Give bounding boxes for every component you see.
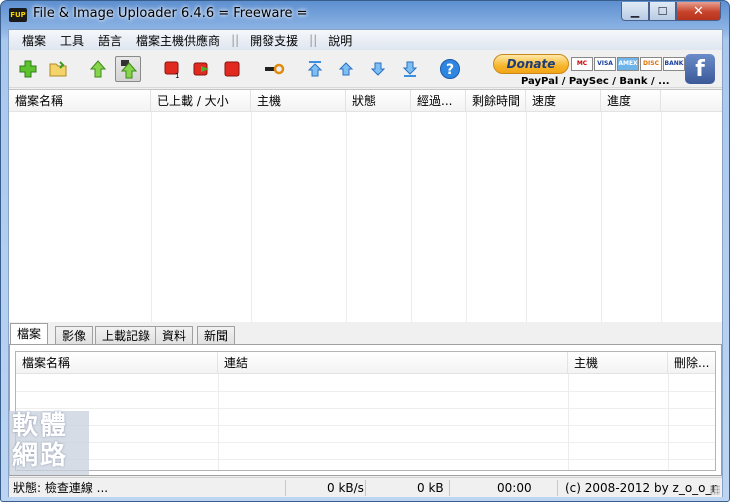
menu-language[interactable]: 語言	[91, 32, 129, 49]
menu-tools[interactable]: 工具	[53, 32, 91, 49]
stop-all-button[interactable]	[219, 56, 245, 82]
column-header-host[interactable]: 主機	[568, 352, 668, 374]
watermark: 軟體 網路	[9, 411, 89, 475]
add-folder-button[interactable]	[45, 56, 71, 82]
status-speed: 0 kB/s	[327, 481, 364, 495]
amex-icon: AMEX	[617, 57, 639, 71]
title-bar[interactable]: FUP File & Image Uploader 6.4.6 = Freewa…	[1, 1, 729, 29]
svg-text:?: ?	[446, 62, 454, 78]
arrow-top-icon	[307, 61, 323, 77]
move-down-button[interactable]	[365, 56, 391, 82]
menu-dev-support[interactable]: 開發支援	[243, 32, 305, 49]
status-size: 0 kB	[417, 481, 444, 495]
upload-list-header: 檔案名稱 已上載 / 大小 主機 狀態 經過... 剩餘時間 速度 進度	[9, 90, 722, 112]
skip-button[interactable]	[189, 56, 215, 82]
settings-key-button[interactable]	[261, 56, 287, 82]
menu-file[interactable]: 檔案	[15, 32, 53, 49]
upload-all-icon	[120, 60, 138, 79]
donate-button[interactable]: Donate	[493, 54, 569, 74]
stop-one-icon: 1	[164, 61, 179, 79]
menu-hosts[interactable]: 檔案主機供應商	[129, 32, 227, 49]
stop-one-button[interactable]: 1	[159, 56, 185, 82]
upload-list-body	[9, 112, 722, 322]
close-button[interactable]: ✕	[676, 2, 721, 21]
column-header-delete[interactable]: 刪除...	[668, 352, 715, 374]
column-header-speed[interactable]: 速度	[526, 90, 601, 112]
bank-icon: BANK	[663, 57, 685, 71]
stop-icon	[224, 61, 240, 77]
discover-icon: DISC	[640, 57, 662, 71]
stop-next-icon	[193, 62, 209, 76]
menu-separator: ||	[309, 33, 318, 47]
app-window: FUP File & Image Uploader 6.4.6 = Freewa…	[0, 0, 730, 502]
column-header-remaining[interactable]: 剩餘時間	[466, 90, 526, 112]
svg-text:1: 1	[175, 72, 179, 79]
column-header-status[interactable]: 狀態	[346, 90, 411, 112]
help-button[interactable]: ?	[437, 56, 463, 82]
menu-separator: ||	[231, 33, 240, 47]
app-icon: FUP	[9, 8, 27, 22]
tab-upload-log[interactable]: 上載記錄	[95, 326, 158, 345]
upload-list[interactable]: 檔案名稱 已上載 / 大小 主機 狀態 經過... 剩餘時間 速度 進度	[9, 89, 722, 322]
move-bottom-button[interactable]	[397, 56, 423, 82]
tab-strip: 檔案 影像 上載記錄 資料 新聞	[9, 323, 722, 345]
resize-grip[interactable]	[710, 485, 720, 495]
upload-button[interactable]	[85, 56, 111, 82]
status-time: 00:00	[497, 481, 532, 495]
move-up-button[interactable]	[333, 56, 359, 82]
column-header-host[interactable]: 主機	[251, 90, 346, 112]
move-top-button[interactable]	[302, 56, 328, 82]
client-area: 檔案 工具 語言 檔案主機供應商 || 開發支援 || 說明 1 ? Donat…	[8, 29, 723, 497]
facebook-icon[interactable]: f	[685, 54, 715, 84]
add-file-button[interactable]	[15, 56, 41, 82]
watermark-line1: 軟體	[12, 411, 69, 441]
menu-help[interactable]: 說明	[321, 32, 359, 49]
column-header-progress[interactable]: 進度	[601, 90, 661, 112]
folder-add-icon	[49, 61, 67, 77]
arrow-bottom-icon	[402, 61, 418, 77]
column-header-filename[interactable]: 檔案名稱	[9, 90, 151, 112]
watermark-line2: 網路	[12, 441, 69, 471]
window-title: File & Image Uploader 6.4.6 = Freeware =	[33, 6, 308, 21]
plus-icon	[19, 60, 37, 78]
status-text: 狀態: 檢查連線 ...	[13, 481, 109, 495]
status-bar: 狀態: 檢查連線 ... 0 kB/s 0 kB 00:00 (c) 2008-…	[9, 477, 722, 497]
column-header-filename[interactable]: 檔案名稱	[16, 352, 218, 374]
links-list-header: 檔案名稱 連結 主機 刪除...	[16, 352, 715, 374]
menu-bar: 檔案 工具 語言 檔案主機供應商 || 開發支援 || 說明	[9, 30, 722, 50]
maximize-button[interactable]: ☐	[649, 2, 676, 21]
tab-images[interactable]: 影像	[55, 326, 94, 345]
links-list-body	[16, 374, 715, 470]
column-header-link[interactable]: 連結	[218, 352, 568, 374]
payment-methods-text: PayPal / PaySec / Bank / ...	[521, 76, 670, 87]
status-copyright: (c) 2008-2012 by z_o_o_r	[565, 481, 717, 495]
toolbar: 1 ? Donate MC VISA AMEX DISC BANK PayPal…	[9, 50, 722, 88]
minimize-button[interactable]: ▁	[621, 2, 649, 21]
column-header-uploaded-size[interactable]: 已上載 / 大小	[151, 90, 251, 112]
question-icon: ?	[440, 59, 460, 79]
tab-data[interactable]: 資料	[155, 326, 194, 345]
mastercard-icon: MC	[571, 57, 593, 71]
tab-panel-files: 檔案名稱 連結 主機 刪除...	[9, 344, 722, 476]
arrow-up-green-icon	[89, 60, 107, 78]
key-icon	[265, 63, 285, 75]
links-list[interactable]: 檔案名稱 連結 主機 刪除...	[15, 351, 716, 471]
tab-files[interactable]: 檔案	[10, 323, 49, 345]
arrow-up-icon	[338, 62, 354, 76]
arrow-down-icon	[370, 62, 386, 76]
column-header-elapsed[interactable]: 經過...	[411, 90, 466, 112]
upload-all-button[interactable]	[115, 56, 141, 82]
column-header-blank	[661, 90, 722, 112]
tab-news[interactable]: 新聞	[197, 326, 236, 345]
visa-icon: VISA	[594, 57, 616, 71]
